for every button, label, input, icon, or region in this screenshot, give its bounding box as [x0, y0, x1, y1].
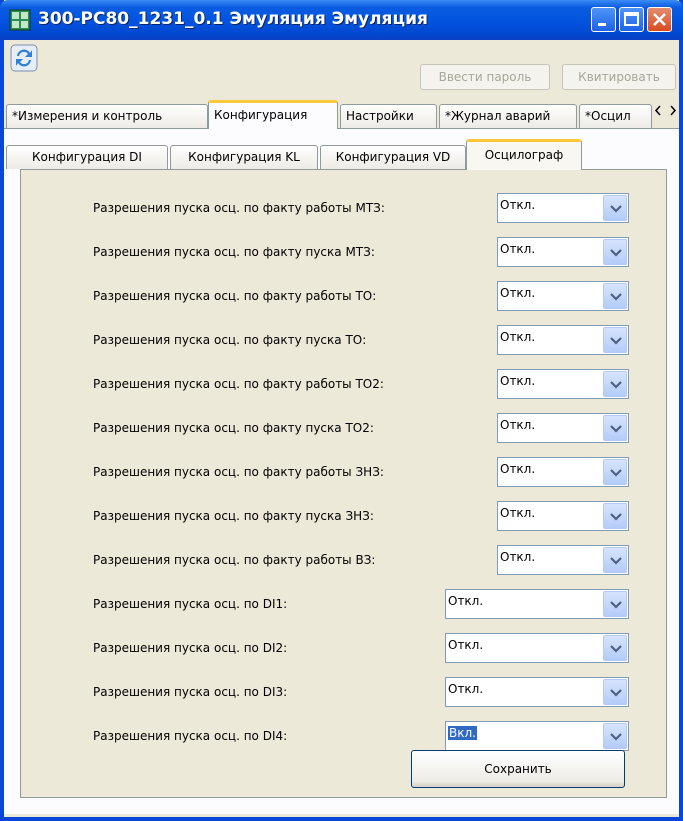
- setting-dropdown[interactable]: Откл.: [497, 193, 629, 223]
- setting-dropdown[interactable]: Откл.: [497, 369, 629, 399]
- dropdown-value: Откл.: [500, 330, 536, 344]
- dropdown-arrow-button[interactable]: [603, 591, 627, 617]
- chevron-down-icon: [610, 513, 622, 521]
- subtab-config-di[interactable]: Конфигурация DI: [6, 145, 168, 169]
- dropdown-value: Откл.: [500, 242, 536, 256]
- setting-label: Разрешения пуска осц. по факту пуска МТЗ…: [93, 245, 375, 259]
- tab-scroll-buttons[interactable]: [652, 102, 679, 119]
- setting-dropdown[interactable]: Откл.: [497, 413, 629, 443]
- dropdown-value: Откл.: [500, 198, 536, 212]
- dropdown-value: Откл.: [500, 286, 536, 300]
- maximize-icon: [624, 12, 639, 26]
- chevron-down-icon: [610, 425, 622, 433]
- setting-dropdown[interactable]: Откл.: [497, 457, 629, 487]
- chevron-down-icon: [610, 557, 622, 565]
- toolbar: Ввести пароль Квитировать: [4, 40, 679, 90]
- tab-scroll-arrows-icon: [654, 105, 677, 116]
- subtab-config-vd[interactable]: Конфигурация VD: [320, 145, 466, 169]
- dropdown-arrow-button[interactable]: [603, 723, 627, 749]
- dropdown-arrow-button[interactable]: [603, 283, 627, 309]
- chevron-down-icon: [610, 689, 622, 697]
- dropdown-value: Откл.: [500, 550, 536, 564]
- dropdown-value: Откл.: [500, 374, 536, 388]
- setting-label: Разрешения пуска осц. по DI1:: [93, 597, 288, 611]
- dropdown-value: Откл.: [448, 638, 484, 652]
- setting-label: Разрешения пуска осц. по DI3:: [93, 685, 288, 699]
- dropdown-value: Откл.: [448, 682, 484, 696]
- oscillograph-settings-panel: Разрешения пуска осц. по факту работы МТ…: [20, 169, 667, 798]
- dropdown-arrow-button[interactable]: [603, 371, 627, 397]
- dropdown-arrow-button[interactable]: [603, 503, 627, 529]
- title-bar[interactable]: 300-РС80_1231_0.1 Эмуляция Эмуляция: [0, 0, 683, 40]
- chevron-down-icon: [610, 337, 622, 345]
- chevron-down-icon: [610, 293, 622, 301]
- dropdown-arrow-button[interactable]: [603, 239, 627, 265]
- dropdown-value: Откл.: [500, 418, 536, 432]
- setting-label: Разрешения пуска осц. по факту работы ВЗ…: [93, 553, 376, 567]
- dropdown-value: Откл.: [500, 462, 536, 476]
- setting-dropdown[interactable]: Откл.: [497, 325, 629, 355]
- setting-label: Разрешения пуска осц. по факту пуска ТО2…: [93, 421, 374, 435]
- setting-dropdown[interactable]: Откл.: [497, 281, 629, 311]
- chevron-down-icon: [610, 381, 622, 389]
- save-button[interactable]: Сохранить: [411, 750, 625, 788]
- tab-oscillograph[interactable]: *Осцил: [579, 104, 652, 128]
- setting-dropdown[interactable]: Откл.: [445, 633, 629, 663]
- setting-label: Разрешения пуска осц. по DI2:: [93, 641, 288, 655]
- configuration-page: Конфигурация DI Конфигурация KL Конфигур…: [4, 128, 679, 814]
- chevron-down-icon: [610, 645, 622, 653]
- tab-configuration[interactable]: Конфигурация: [208, 100, 338, 129]
- main-tabs: *Измерения и контроль Конфигурация Настр…: [4, 100, 679, 129]
- chevron-down-icon: [610, 249, 622, 257]
- setting-dropdown[interactable]: Откл.: [497, 237, 629, 267]
- refresh-icon[interactable]: [10, 44, 38, 72]
- setting-label: Разрешения пуска осц. по факту работы ТО…: [93, 377, 384, 391]
- setting-label: Разрешения пуска осц. по факту пуска ЗНЗ…: [93, 509, 374, 523]
- chevron-down-icon: [610, 733, 622, 741]
- dropdown-arrow-button[interactable]: [603, 679, 627, 705]
- dropdown-arrow-button[interactable]: [603, 547, 627, 573]
- dropdown-value: Вкл.: [448, 726, 477, 740]
- setting-label: Разрешения пуска осц. по факту работы ТО…: [93, 289, 377, 303]
- chevron-down-icon: [610, 601, 622, 609]
- dropdown-value: Откл.: [448, 594, 484, 608]
- dropdown-arrow-button[interactable]: [603, 459, 627, 485]
- setting-label: Разрешения пуска осц. по DI4:: [93, 729, 288, 743]
- tab-settings[interactable]: Настройки: [340, 104, 437, 128]
- tab-measurements[interactable]: *Измерения и контроль: [6, 104, 208, 128]
- minimize-icon: [598, 23, 606, 26]
- subtab-config-kl[interactable]: Конфигурация KL: [170, 145, 318, 169]
- setting-label: Разрешения пуска осц. по факту работы МТ…: [93, 201, 385, 215]
- chevron-down-icon: [610, 205, 622, 213]
- chevron-down-icon: [610, 469, 622, 477]
- setting-dropdown[interactable]: Откл.: [497, 501, 629, 531]
- acknowledge-button[interactable]: Квитировать: [562, 64, 676, 90]
- setting-dropdown[interactable]: Откл.: [497, 545, 629, 575]
- grid-app-icon: [9, 9, 31, 31]
- enter-password-button[interactable]: Ввести пароль: [420, 64, 550, 90]
- setting-dropdown[interactable]: Вкл.: [445, 721, 629, 751]
- setting-dropdown[interactable]: Откл.: [445, 677, 629, 707]
- sub-tabs: Конфигурация DI Конфигурация KL Конфигур…: [4, 139, 679, 170]
- maximize-button[interactable]: [619, 7, 644, 32]
- close-button[interactable]: [647, 7, 672, 32]
- tab-alarm-log[interactable]: *Журнал аварий: [439, 104, 577, 128]
- setting-label: Разрешения пуска осц. по факту пуска ТО:: [93, 333, 367, 347]
- dropdown-arrow-button[interactable]: [603, 635, 627, 661]
- minimize-button[interactable]: [591, 7, 616, 32]
- dropdown-arrow-button[interactable]: [603, 327, 627, 353]
- dropdown-arrow-button[interactable]: [603, 195, 627, 221]
- dropdown-value: Откл.: [500, 506, 536, 520]
- close-icon: [653, 13, 666, 26]
- setting-label: Разрешения пуска осц. по факту работы ЗН…: [93, 465, 384, 479]
- window-title: 300-РС80_1231_0.1 Эмуляция Эмуляция: [38, 9, 428, 29]
- app-window: 300-РС80_1231_0.1 Эмуляция Эмуляция Ввес…: [0, 0, 683, 821]
- dropdown-arrow-button[interactable]: [603, 415, 627, 441]
- setting-dropdown[interactable]: Откл.: [445, 589, 629, 619]
- subtab-oscillograph[interactable]: Осцилограф: [466, 139, 582, 170]
